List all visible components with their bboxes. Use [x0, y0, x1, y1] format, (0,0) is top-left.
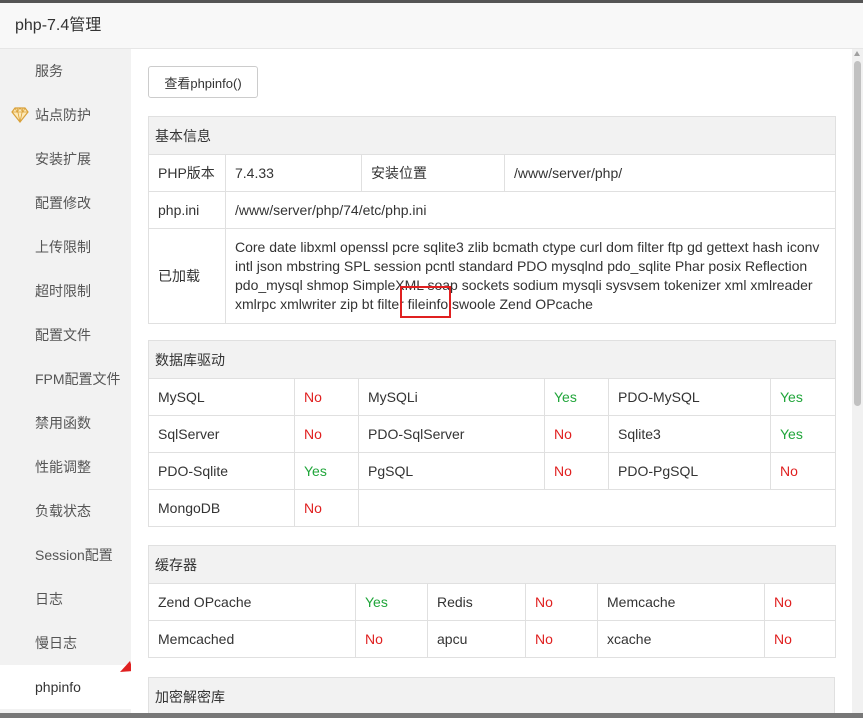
database-driver-title: 数据库驱动	[147, 340, 837, 379]
sidebar-item-label: 配置文件	[35, 327, 91, 343]
window-title: php-7.4管理	[0, 3, 863, 49]
driver-name: MongoDB	[148, 489, 295, 527]
driver-name: Sqlite3	[608, 415, 771, 453]
sidebar-item-label: Session配置	[35, 547, 113, 563]
sidebar-item-timeout-limit[interactable]: 超时限制	[0, 269, 131, 313]
view-phpinfo-button[interactable]: 查看phpinfo()	[148, 66, 258, 98]
table-row: MySQL No MySQLi Yes PDO-MySQL Yes	[148, 378, 837, 416]
driver-name: SqlServer	[148, 415, 295, 453]
sidebar-item-label: phpinfo	[35, 679, 81, 695]
loaded-label: 已加载	[148, 228, 226, 324]
cache-status: No	[525, 583, 598, 621]
sidebar-item-label: FPM配置文件	[35, 371, 121, 387]
sidebar-item-label: 超时限制	[35, 283, 91, 299]
sidebar: 服务 站点防护 安装扩展 配置修改 上传限制 超时限制 配置文件 FPM配置文件…	[0, 49, 131, 718]
driver-name: PDO-MySQL	[608, 378, 771, 416]
table-row: MongoDB No	[148, 489, 837, 527]
sidebar-item-label: 日志	[35, 591, 63, 607]
sidebar-item-label: 慢日志	[35, 635, 77, 651]
cache-status: No	[763, 583, 837, 621]
table-row: Memcached No apcu No xcache No	[148, 620, 837, 658]
scroll-up-icon[interactable]	[854, 51, 860, 56]
driver-name: PgSQL	[358, 452, 545, 490]
gem-icon	[11, 107, 29, 123]
main-content: 查看phpinfo() 基本信息 PHP版本 7.4.33 安装位置 /www/…	[131, 49, 852, 718]
driver-status: No	[294, 489, 359, 527]
cache-status: No	[525, 620, 598, 658]
sidebar-item-phpinfo[interactable]: phpinfo	[0, 665, 131, 709]
cache-name: apcu	[427, 620, 526, 658]
sidebar-item-label: 服务	[35, 63, 63, 79]
table-row: PHP版本 7.4.33 安装位置 /www/server/php/	[148, 154, 836, 192]
driver-name: MySQL	[148, 378, 295, 416]
sidebar-item-load-status[interactable]: 负载状态	[0, 489, 131, 533]
sidebar-item-performance[interactable]: 性能调整	[0, 445, 131, 489]
crypto-table: 加密解密库	[148, 677, 835, 716]
driver-status: Yes	[544, 378, 609, 416]
crypto-title: 加密解密库	[148, 677, 835, 716]
sidebar-item-log[interactable]: 日志	[0, 577, 131, 621]
loaded-modules-value: Core date libxml openssl pcre sqlite3 zl…	[225, 228, 836, 324]
driver-name: PDO-Sqlite	[148, 452, 295, 490]
driver-status: No	[769, 452, 837, 490]
basic-info-title: 基本信息	[148, 116, 836, 155]
cache-title: 缓存器	[147, 545, 837, 584]
table-row: 已加载 Core date libxml openssl pcre sqlite…	[148, 228, 836, 324]
sidebar-item-slow-log[interactable]: 慢日志	[0, 621, 131, 665]
driver-status: No	[544, 415, 609, 453]
sidebar-item-label: 性能调整	[35, 459, 91, 475]
sidebar-item-install-extension[interactable]: 安装扩展	[0, 137, 131, 181]
bottom-strip	[0, 713, 863, 718]
sidebar-item-label: 禁用函数	[35, 415, 91, 431]
sidebar-item-disabled-functions[interactable]: 禁用函数	[0, 401, 131, 445]
driver-status: No	[294, 415, 359, 453]
cache-status: No	[355, 620, 428, 658]
sidebar-item-service[interactable]: 服务	[0, 49, 131, 93]
install-location-value: /www/server/php/	[504, 154, 836, 192]
install-location-label: 安装位置	[361, 154, 505, 192]
sidebar-item-fpm-config[interactable]: FPM配置文件	[0, 357, 131, 401]
sidebar-item-session-config[interactable]: Session配置	[0, 533, 131, 577]
sidebar-item-site-protection[interactable]: 站点防护	[0, 93, 131, 137]
table-row: SqlServer No PDO-SqlServer No Sqlite3 Ye…	[148, 415, 837, 453]
cache-name: Memcache	[597, 583, 765, 621]
scrollbar[interactable]	[852, 49, 863, 718]
php-ini-label: php.ini	[148, 191, 226, 229]
scrollbar-thumb[interactable]	[854, 61, 861, 406]
sidebar-item-label: 配置修改	[35, 195, 91, 211]
php-version-value: 7.4.33	[225, 154, 362, 192]
sidebar-item-label: 负载状态	[35, 503, 91, 519]
sidebar-item-config-modify[interactable]: 配置修改	[0, 181, 131, 225]
cache-name: Memcached	[148, 620, 356, 658]
sidebar-item-label: 站点防护	[35, 107, 91, 123]
driver-status: Yes	[294, 452, 359, 490]
driver-status: Yes	[769, 378, 837, 416]
sidebar-item-upload-limit[interactable]: 上传限制	[0, 225, 131, 269]
php-ini-value: /www/server/php/74/etc/php.ini	[225, 191, 836, 229]
cache-name: xcache	[597, 620, 765, 658]
driver-status: Yes	[769, 415, 837, 453]
table-row: Zend OPcache Yes Redis No Memcache No	[148, 583, 837, 621]
cache-name: Zend OPcache	[148, 583, 356, 621]
empty-cell	[357, 489, 837, 527]
driver-status: No	[294, 378, 359, 416]
database-driver-table: 数据库驱动 MySQL No MySQLi Yes PDO-MySQL Yes …	[147, 340, 837, 527]
cache-status: No	[763, 620, 837, 658]
cache-name: Redis	[427, 583, 526, 621]
driver-name: PDO-PgSQL	[608, 452, 771, 490]
driver-status: No	[544, 452, 609, 490]
php-version-label: PHP版本	[148, 154, 226, 192]
table-row: PDO-Sqlite Yes PgSQL No PDO-PgSQL No	[148, 452, 837, 490]
sidebar-item-config-file[interactable]: 配置文件	[0, 313, 131, 357]
basic-info-table: 基本信息 PHP版本 7.4.33 安装位置 /www/server/php/ …	[148, 116, 836, 324]
table-row: php.ini /www/server/php/74/etc/php.ini	[148, 191, 836, 229]
cache-status: Yes	[355, 583, 428, 621]
sidebar-item-label: 安装扩展	[35, 151, 91, 167]
sidebar-item-label: 上传限制	[35, 239, 91, 255]
driver-name: MySQLi	[358, 378, 545, 416]
cache-table: 缓存器 Zend OPcache Yes Redis No Memcache N…	[147, 545, 837, 658]
driver-name: PDO-SqlServer	[358, 415, 545, 453]
